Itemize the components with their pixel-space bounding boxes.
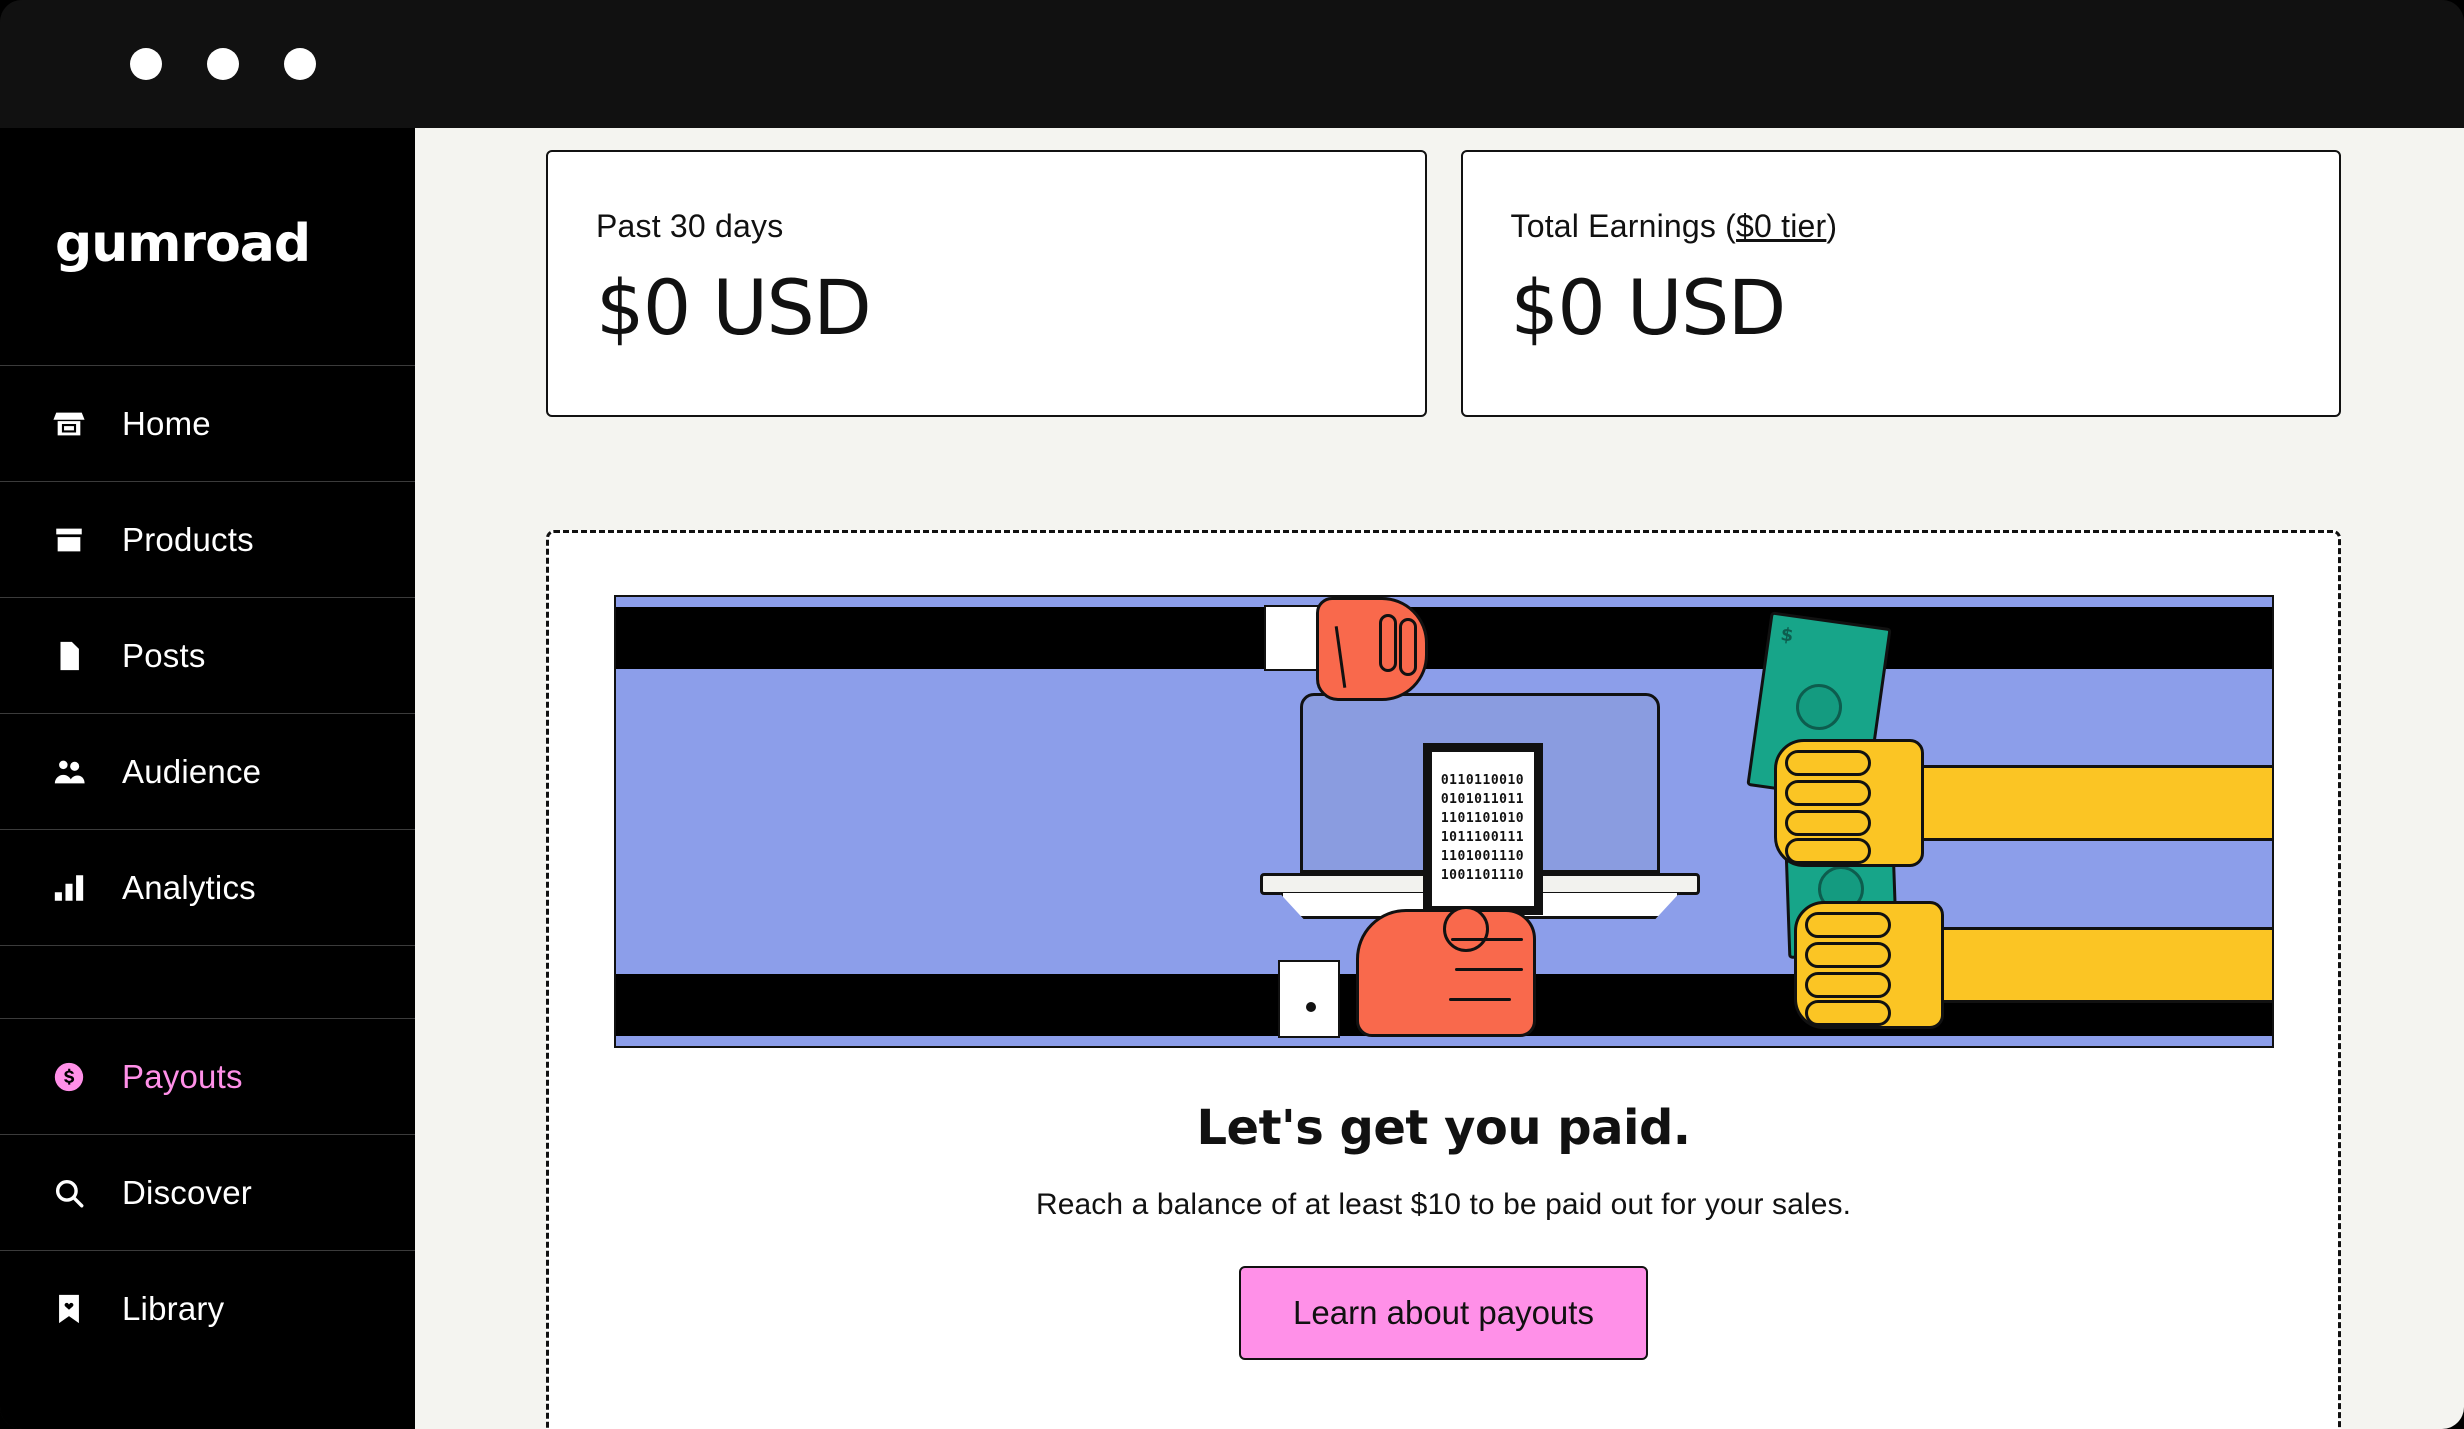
yellow-arm-top: [1875, 765, 2272, 841]
yellow-fist-bottom: [1793, 901, 1944, 1029]
red-hand-bottom: [1355, 906, 1536, 1037]
stat-card-value: $0 USD: [596, 263, 872, 352]
knuckle-icon: [1784, 780, 1871, 806]
knuckle-icon: [1804, 1000, 1891, 1026]
close-icon[interactable]: [130, 48, 162, 80]
stat-title-text: Past 30 days: [596, 208, 784, 244]
app-window: gumroad Home Products Posts Audience Ana…: [0, 0, 2464, 1429]
sidebar-item-home[interactable]: Home: [0, 365, 415, 481]
stat-card-title: Past 30 days: [596, 208, 1377, 245]
bookmark-heart-icon: [48, 1288, 90, 1330]
stat-card-title: Total Earnings ($0 tier): [1511, 208, 2292, 245]
window-controls: [130, 48, 316, 80]
dollar-coin-icon: [48, 1056, 90, 1098]
knuckle-icon: [1784, 838, 1871, 864]
red-hand-top: [1315, 597, 1428, 701]
stats-row: Past 30 days $0 USD Total Earnings ($0 t…: [546, 150, 2341, 417]
stat-card-total-earnings: Total Earnings ($0 tier) $0 USD: [1460, 150, 2341, 417]
payouts-illustration: 0110110010 0101011011 1101101010 1011100…: [613, 595, 2274, 1048]
stat-title-text: Total Earnings (: [1510, 208, 1737, 244]
yellow-arm-bottom: [1895, 927, 2272, 1003]
finger-icon: [1398, 618, 1417, 676]
illustration-wrapper: 0110110010 0101011011 1101101010 1011100…: [549, 595, 2338, 1048]
sidebar-item-label: Library: [122, 1289, 225, 1327]
sidebar-item-label: Audience: [122, 752, 262, 790]
knuckle-icon: [1784, 750, 1871, 776]
people-icon: [48, 751, 90, 793]
document-icon: [48, 635, 90, 677]
bar-chart-icon: [48, 867, 90, 909]
bill-seal-icon: [1792, 681, 1845, 733]
cuff-button-icon: [1305, 1002, 1316, 1012]
storefront-icon: [48, 403, 90, 445]
thumb-icon: [1442, 906, 1489, 952]
knuckle-icon: [1804, 942, 1891, 968]
sidebar-item-discover[interactable]: Discover: [0, 1134, 415, 1250]
knuckle-line-icon: [1454, 968, 1523, 971]
sidebar-divider-gap: [0, 945, 415, 1018]
stat-card-value: $0 USD: [1510, 263, 1787, 352]
sidebar-item-products[interactable]: Products: [0, 481, 415, 597]
sidebar-item-payouts[interactable]: Payouts: [0, 1018, 415, 1134]
shirt-cuff-bottom: [1277, 960, 1340, 1038]
cta-wrapper: Learn about payouts: [549, 1266, 2338, 1360]
brand-logo[interactable]: gumroad: [0, 180, 415, 308]
maximize-icon[interactable]: [284, 48, 316, 80]
sidebar-nav: Home Products Posts Audience Analytics P…: [0, 365, 415, 1366]
finger-icon: [1378, 614, 1397, 672]
stat-title-suffix: ): [1826, 208, 1838, 244]
shirt-cuff-top: [1263, 605, 1320, 671]
stat-card-past-30-days: Past 30 days $0 USD: [546, 150, 1427, 417]
sidebar-item-analytics[interactable]: Analytics: [0, 829, 415, 945]
knuckle-icon: [1804, 972, 1891, 998]
knuckle-icon: [1784, 810, 1871, 836]
tier-link[interactable]: $0 tier: [1736, 208, 1826, 244]
empty-state-subtitle: Reach a balance of at least $10 to be pa…: [1035, 1188, 1852, 1221]
sidebar-item-audience[interactable]: Audience: [0, 713, 415, 829]
sidebar-item-label: Discover: [122, 1173, 252, 1211]
sidebar: gumroad Home Products Posts Audience Ana…: [0, 128, 415, 1429]
main-content: Past 30 days $0 USD Total Earnings ($0 t…: [415, 128, 2464, 1429]
box-icon: [48, 519, 90, 561]
thumb-line-icon: [1334, 626, 1346, 688]
search-icon: [48, 1172, 90, 1214]
sidebar-item-label: Analytics: [122, 868, 256, 906]
empty-state-panel: 0110110010 0101011011 1101101010 1011100…: [546, 530, 2341, 1429]
dollar-sign-icon: $: [1778, 624, 1795, 647]
sidebar-item-label: Home: [122, 404, 211, 442]
binary-text: 0110110010 0101011011 1101101010 1011100…: [1440, 773, 1525, 883]
logo-text: gumroad: [55, 214, 311, 274]
sidebar-item-library[interactable]: Library: [0, 1250, 415, 1366]
binary-paper: 0110110010 0101011011 1101101010 1011100…: [1422, 743, 1543, 915]
sidebar-item-posts[interactable]: Posts: [0, 597, 415, 713]
empty-state-title: Let's get you paid.: [1196, 1100, 1691, 1156]
knuckle-line-icon: [1450, 938, 1523, 941]
sidebar-item-label: Posts: [122, 636, 206, 674]
window-titlebar: [0, 0, 2464, 128]
sidebar-item-label: Products: [122, 520, 254, 558]
knuckle-icon: [1804, 912, 1891, 938]
knuckle-line-icon: [1448, 998, 1511, 1001]
sidebar-item-label: Payouts: [122, 1057, 243, 1095]
minimize-icon[interactable]: [207, 48, 239, 80]
learn-about-payouts-button[interactable]: Learn about payouts: [1239, 1266, 1648, 1360]
illustration-band-top: [615, 607, 2272, 669]
yellow-fist-top: [1773, 739, 1924, 867]
